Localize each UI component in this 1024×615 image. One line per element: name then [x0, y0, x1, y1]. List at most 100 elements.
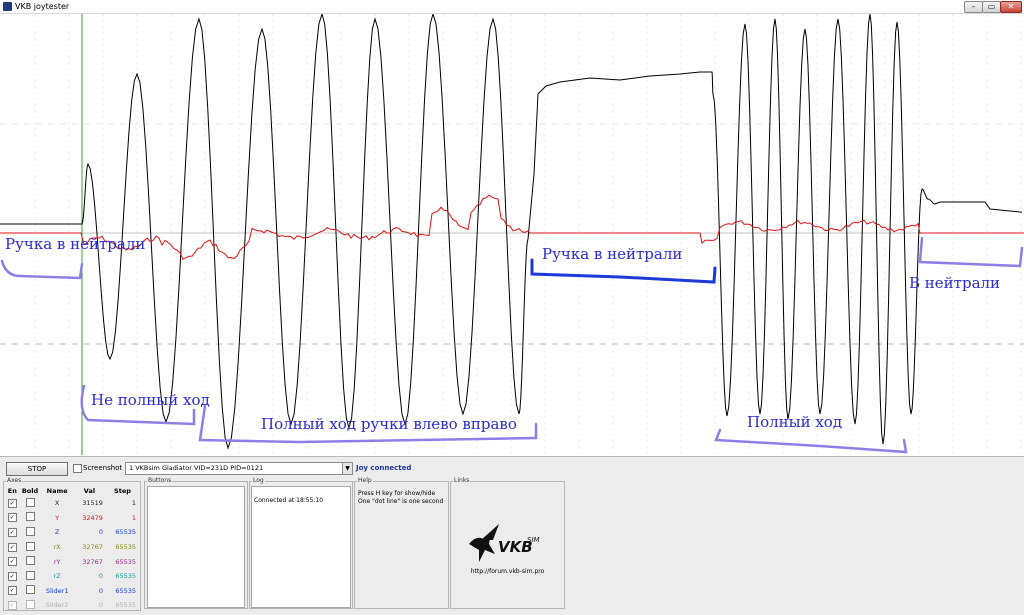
axis-value: 32767	[82, 543, 103, 552]
forum-link[interactable]: http://forum.vkb-sim.pro	[451, 568, 564, 576]
bracket-neutral-right	[918, 236, 1024, 268]
axis-row-rx: ✓ rX 32767 65535	[6, 540, 139, 555]
axis-step: 65535	[115, 601, 136, 610]
axis-enable-checkbox[interactable]: ✓	[6, 511, 19, 526]
axis-row-slider2: ✓ Slider2 0 65535	[6, 598, 139, 613]
axis-value: 0	[98, 601, 103, 610]
annotation-full-travel: Полный ход	[747, 413, 843, 431]
header-en: En	[7, 486, 17, 495]
axis-bold-checkbox[interactable]	[19, 496, 42, 511]
axis-bold-checkbox[interactable]	[19, 511, 42, 526]
stop-button[interactable]: STOP	[6, 462, 68, 476]
axis-bold-checkbox[interactable]	[19, 569, 42, 584]
axis-name: rX	[53, 543, 61, 552]
axis-name: Slider1	[45, 586, 69, 595]
axis-row-ry: ✓ rY 32767 65535	[6, 554, 139, 569]
log-group: Log Connected at 18:55:10	[249, 477, 353, 609]
device-select-value: 1 VKBsim Gladiator VID=231D PID=0121	[129, 464, 264, 472]
axis-bold-checkbox[interactable]	[19, 554, 42, 569]
header-name: Name	[46, 486, 68, 495]
links-group: Links VKB SIM http://forum.vkb-sim.pro	[450, 477, 565, 609]
app-icon	[3, 2, 12, 11]
axis-row-rz: ✓ rZ 0 65535	[6, 569, 139, 584]
axis-value: 31519	[82, 499, 103, 508]
window-title: VKB joytester	[15, 2, 70, 11]
axis-step: 1	[131, 513, 136, 522]
axis-row-slider1: ✓ Slider1 0 65535	[6, 584, 139, 599]
axes-group: Axes En Bold Name Val Step ✓ X 31519 1 ✓ Y 324…	[3, 477, 141, 613]
y-axis-trace	[0, 194, 1024, 260]
header-step: Step	[114, 486, 131, 495]
axis-value: 0	[98, 586, 103, 595]
bracket-neutral-mid	[530, 258, 717, 284]
axis-enable-checkbox[interactable]: ✓	[6, 525, 19, 540]
axis-enable-checkbox[interactable]: ✓	[6, 554, 19, 569]
axis-step: 1	[131, 499, 136, 508]
axis-step: 65535	[115, 543, 136, 552]
title-bar: VKB joytester – ▭ ✕	[0, 0, 1024, 14]
log-group-title: Log	[252, 477, 265, 485]
axis-bold-checkbox[interactable]	[19, 525, 42, 540]
vkb-sim-logo[interactable]: VKB SIM	[465, 520, 547, 568]
bracket-full-travel	[714, 428, 908, 454]
axes-table: En Bold Name Val Step ✓ X 31519 1 ✓ Y 32479 1 ✓ Z…	[6, 485, 139, 613]
axis-enable-checkbox[interactable]: ✓	[6, 584, 19, 599]
buttons-display	[147, 486, 245, 608]
help-group-title: Help	[357, 477, 373, 485]
annotation-full-travel-left-right: Полный ход ручки влево вправо	[261, 415, 517, 433]
svg-text:SIM: SIM	[527, 536, 540, 544]
axis-enable-checkbox[interactable]: ✓	[6, 598, 19, 613]
axes-header-row: En Bold Name Val Step	[6, 485, 139, 496]
annotation-neutral-left: Ручка в нейтрали	[5, 235, 146, 253]
help-line-1: Press H key for show/hide	[358, 490, 436, 497]
axis-row-y: ✓ Y 32479 1	[6, 511, 139, 526]
links-group-title: Links	[453, 477, 471, 485]
axis-step: 65535	[115, 528, 136, 537]
header-bold: Bold	[21, 486, 39, 495]
log-textbox[interactable]: Connected at 18:55:10	[251, 486, 351, 608]
maximize-button[interactable]: ▭	[982, 1, 1001, 13]
axes-group-title: Axes	[6, 477, 23, 485]
device-select[interactable]: 1 VKBsim Gladiator VID=231D PID=0121 ▼	[125, 462, 353, 475]
signal-plot-canvas	[0, 14, 1024, 455]
axis-step: 65535	[115, 572, 136, 581]
log-entry: Connected at 18:55:10	[254, 497, 324, 504]
axis-name: X	[54, 499, 60, 508]
axis-name: Z	[54, 528, 60, 537]
axis-step: 65535	[115, 557, 136, 566]
signal-plot: Ручка в нейтрали Не полный ход Полный хо…	[0, 14, 1024, 455]
axis-bold-checkbox[interactable]	[19, 598, 42, 613]
axis-row-z: ✓ Z 0 65535	[6, 525, 139, 540]
axis-value: 32767	[82, 557, 103, 566]
control-panel: STOP Screenshot 1 VKBsim Gladiator VID=2…	[0, 456, 1024, 615]
axis-name: Slider2	[45, 601, 69, 610]
axis-value: 0	[98, 572, 103, 581]
annotation-neutral-right: В нейтрали	[909, 274, 1001, 292]
close-button[interactable]: ✕	[1000, 1, 1022, 13]
axis-step: 65535	[115, 586, 136, 595]
connection-status: Joy connected	[356, 464, 412, 472]
screenshot-label: Screenshot	[83, 464, 123, 472]
axis-name: rY	[53, 557, 61, 566]
axis-enable-checkbox[interactable]: ✓	[6, 540, 19, 555]
annotation-partial-travel: Не полный ход	[91, 391, 210, 409]
header-val: Val	[83, 486, 96, 495]
help-text: Press H key for show/hide One "dot line"…	[358, 490, 446, 506]
buttons-group: Buttons	[144, 477, 248, 609]
minimize-button[interactable]: –	[964, 1, 983, 13]
axis-bold-checkbox[interactable]	[19, 584, 42, 599]
chevron-down-icon[interactable]: ▼	[342, 463, 352, 474]
axis-enable-checkbox[interactable]: ✓	[6, 496, 19, 511]
axis-enable-checkbox[interactable]: ✓	[6, 569, 19, 584]
axis-name: Y	[55, 513, 60, 522]
screenshot-checkbox[interactable]	[73, 464, 82, 473]
help-line-2: One "dot line" is one second	[358, 498, 444, 505]
bracket-neutral-left	[0, 259, 84, 280]
axis-value: 32479	[82, 513, 103, 522]
axis-row-x: ✓ X 31519 1	[6, 496, 139, 511]
annotation-neutral-mid: Ручка в нейтрали	[542, 245, 683, 263]
help-group: Help Press H key for show/hide One "dot …	[354, 477, 449, 609]
axis-bold-checkbox[interactable]	[19, 540, 42, 555]
axis-value: 0	[98, 528, 103, 537]
axis-name: rZ	[53, 572, 61, 581]
